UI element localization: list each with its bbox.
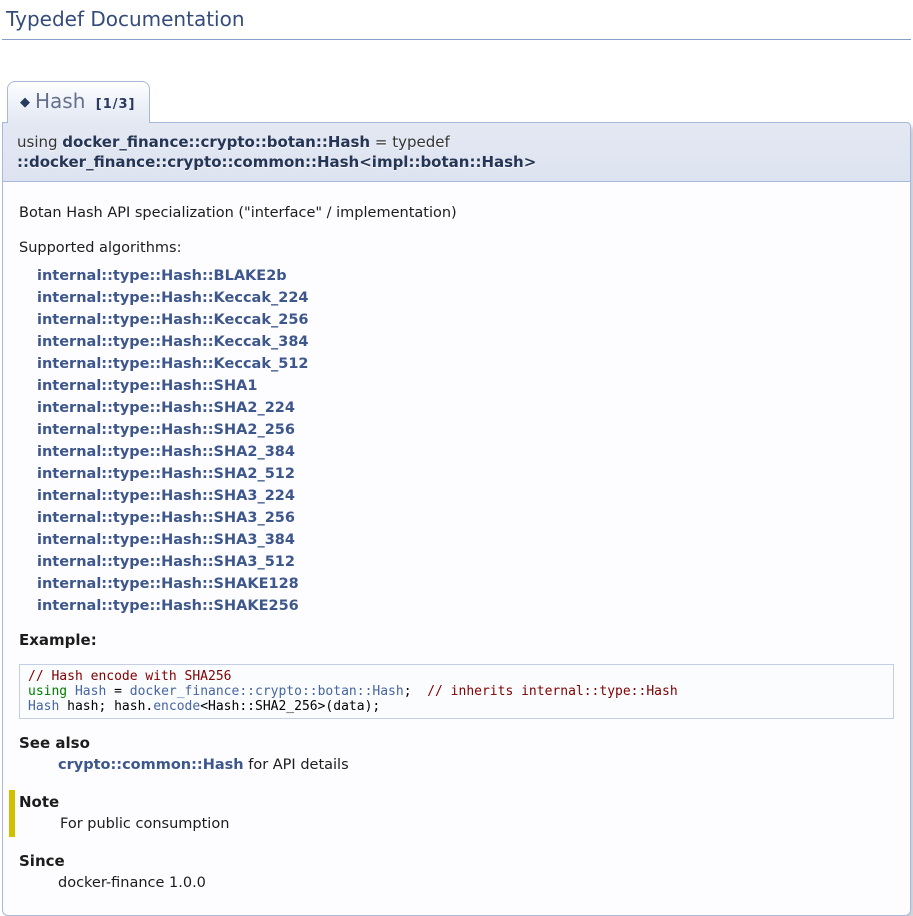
algorithm-link[interactable]: internal::type::Hash::Keccak_512 xyxy=(37,353,309,375)
since-label: Since xyxy=(19,852,894,871)
see-also-suffix: for API details xyxy=(244,757,349,773)
see-also-link[interactable]: crypto::common::Hash xyxy=(58,757,244,773)
algorithm-link[interactable]: internal::type::Hash::Keccak_256 xyxy=(37,309,309,331)
declaration-prefix: using xyxy=(17,133,62,151)
algorithm-link[interactable]: internal::type::Hash::SHA2_384 xyxy=(37,441,295,463)
list-item: internal::type::Hash::SHA1 xyxy=(37,375,894,397)
declaration-name: docker_finance::crypto::botan::Hash xyxy=(62,133,370,151)
declaration-separator: = typedef xyxy=(370,133,450,151)
algorithm-link[interactable]: internal::type::Hash::SHA3_384 xyxy=(37,529,295,551)
algorithm-link[interactable]: internal::type::Hash::SHA1 xyxy=(37,375,257,397)
list-item: internal::type::Hash::Keccak_256 xyxy=(37,309,894,331)
code-example: // Hash encode with SHA256 using Hash = … xyxy=(19,664,894,719)
code-text: = xyxy=(106,684,129,699)
code-line: // Hash encode with SHA256 xyxy=(28,669,885,684)
algorithm-link[interactable]: internal::type::Hash::BLAKE2b xyxy=(37,265,287,287)
code-text: ; xyxy=(404,684,427,699)
member-tab-name: Hash xyxy=(35,89,85,113)
code-link-encode[interactable]: encode xyxy=(153,699,200,714)
see-also-label: See also xyxy=(19,734,894,753)
code-text: hash; hash. xyxy=(59,699,153,714)
code-keyword: using xyxy=(28,684,75,699)
list-item: internal::type::Hash::SHA3_256 xyxy=(37,507,894,529)
algorithm-link[interactable]: internal::type::Hash::SHA3_224 xyxy=(37,485,295,507)
member-tab[interactable]: ◆ Hash [1/3] xyxy=(7,81,150,123)
list-item: internal::type::Hash::SHA2_384 xyxy=(37,441,894,463)
algorithm-link[interactable]: internal::type::Hash::SHA2_256 xyxy=(37,419,295,441)
list-item: internal::type::Hash::Keccak_512 xyxy=(37,353,894,375)
content-area: Typedef Documentation ◆ Hash [1/3] using … xyxy=(0,0,913,916)
algorithm-link[interactable]: internal::type::Hash::SHA2_512 xyxy=(37,463,295,485)
algorithm-list: internal::type::Hash::BLAKE2b internal::… xyxy=(37,265,894,617)
list-item: internal::type::Hash::SHA2_512 xyxy=(37,463,894,485)
note-section: Note For public consumption xyxy=(9,790,894,837)
typedef-declaration: using docker_finance::crypto::botan::Has… xyxy=(2,122,911,182)
algorithm-link[interactable]: internal::type::Hash::Keccak_384 xyxy=(37,331,309,353)
list-item: internal::type::Hash::Keccak_384 xyxy=(37,331,894,353)
see-also-section: See also crypto::common::Hash for API de… xyxy=(19,734,894,775)
list-item: internal::type::Hash::SHA2_256 xyxy=(37,419,894,441)
list-item: internal::type::Hash::Keccak_224 xyxy=(37,287,894,309)
code-text: <Hash::SHA2_256>(data); xyxy=(200,699,380,714)
algorithm-link[interactable]: internal::type::Hash::SHAKE128 xyxy=(37,573,299,595)
list-item: internal::type::Hash::SHA3_512 xyxy=(37,551,894,573)
page-title: Typedef Documentation xyxy=(2,0,911,40)
note-text: For public consumption xyxy=(60,815,894,834)
since-text: docker-finance 1.0.0 xyxy=(58,874,894,893)
member-item: using docker_finance::crypto::botan::Has… xyxy=(2,122,911,916)
list-item: internal::type::Hash::SHAKE256 xyxy=(37,595,894,617)
code-link-hash[interactable]: Hash xyxy=(28,699,59,714)
list-item: internal::type::Hash::SHA3_384 xyxy=(37,529,894,551)
member-documentation: Botan Hash API specialization ("interfac… xyxy=(2,182,911,916)
list-item: internal::type::Hash::BLAKE2b xyxy=(37,265,894,287)
algorithm-link[interactable]: internal::type::Hash::SHA2_224 xyxy=(37,397,295,419)
description-text: Botan Hash API specialization ("interfac… xyxy=(19,204,894,223)
typedef-hash-section: ◆Hash [1/3] using docker_finance::crypto… xyxy=(2,40,911,916)
algorithms-label: Supported algorithms: xyxy=(19,239,894,258)
list-item: internal::type::Hash::SHAKE128 xyxy=(37,573,894,595)
note-label: Note xyxy=(19,793,894,812)
code-line: Hash hash; hash.encode<Hash::SHA2_256>(d… xyxy=(28,699,885,714)
algorithm-link[interactable]: internal::type::Hash::SHA3_512 xyxy=(37,551,295,573)
algorithm-link[interactable]: internal::type::Hash::Keccak_224 xyxy=(37,287,309,309)
example-label: Example: xyxy=(19,631,894,650)
permalink-diamond-icon[interactable]: ◆ xyxy=(20,95,30,110)
code-comment: // inherits internal::type::Hash xyxy=(427,684,677,699)
code-comment: // Hash encode with SHA256 xyxy=(28,669,232,684)
algorithm-link[interactable]: internal::type::Hash::SHA3_256 xyxy=(37,507,295,529)
code-link-botan-hash[interactable]: docker_finance::crypto::botan::Hash xyxy=(130,684,404,699)
code-link-hash[interactable]: Hash xyxy=(75,684,106,699)
member-overload-index: [1/3] xyxy=(96,97,136,112)
code-line: using Hash = docker_finance::crypto::bot… xyxy=(28,684,885,699)
list-item: internal::type::Hash::SHA3_224 xyxy=(37,485,894,507)
list-item: internal::type::Hash::SHA2_224 xyxy=(37,397,894,419)
algorithm-link[interactable]: internal::type::Hash::SHAKE256 xyxy=(37,595,299,617)
see-also-content: crypto::common::Hash for API details xyxy=(58,756,894,775)
declaration-type: ::docker_finance::crypto::common::Hash<i… xyxy=(17,153,536,171)
